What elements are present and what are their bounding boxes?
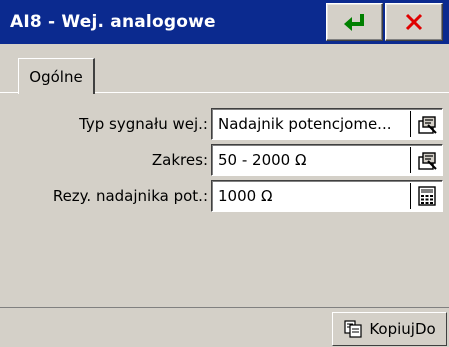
copy-to-button[interactable]: KopiujDo (332, 312, 447, 346)
signal-type-label: Typ sygnału wej.: (79, 115, 208, 133)
window-title: AI8 - Wej. analogowe (10, 12, 216, 32)
range-field[interactable]: 50 - 2000 Ω (211, 144, 443, 176)
close-x-icon (405, 13, 423, 31)
range-label: Zakres: (151, 151, 208, 169)
close-button[interactable] (385, 3, 443, 41)
range-row: Zakres: 50 - 2000 Ω (0, 144, 449, 176)
range-value: 50 - 2000 Ω (218, 151, 307, 169)
tab-strip: Ogólne (0, 44, 449, 94)
keypad-icon[interactable] (415, 184, 439, 208)
field-separator (410, 183, 411, 209)
bottom-bar: KopiujDo (0, 307, 449, 347)
properties-icon[interactable] (415, 148, 439, 172)
signal-type-field[interactable]: Nadajnik potencjome... (211, 108, 443, 140)
field-separator (410, 147, 411, 173)
title-bar: AI8 - Wej. analogowe (0, 0, 449, 44)
field-separator (410, 111, 411, 137)
resistance-field[interactable]: 1000 Ω (211, 180, 443, 212)
properties-icon[interactable] (415, 112, 439, 136)
signal-type-value: Nadajnik potencjome... (218, 115, 392, 133)
signal-type-row: Typ sygnału wej.: Nadajnik potencjome... (0, 108, 449, 140)
copy-icon (344, 320, 362, 338)
enter-arrow-icon (343, 14, 364, 31)
tab-label: Ogólne (29, 67, 83, 86)
resistance-value: 1000 Ω (218, 187, 273, 205)
copy-to-label: KopiujDo (369, 320, 436, 338)
ok-button[interactable] (326, 3, 383, 41)
settings-panel: Typ sygnału wej.: Nadajnik potencjome...… (0, 93, 449, 307)
resistance-label: Rezy. nadajnika pot.: (52, 187, 208, 205)
resistance-row: Rezy. nadajnika pot.: 1000 Ω (0, 180, 449, 212)
tab-general[interactable]: Ogólne (18, 58, 95, 94)
